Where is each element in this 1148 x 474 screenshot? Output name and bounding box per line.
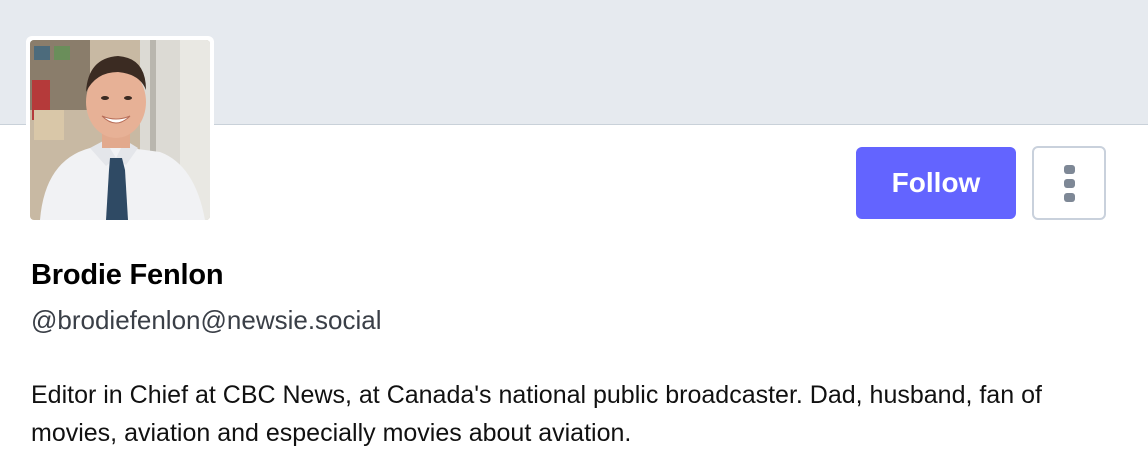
follow-button[interactable]: Follow: [856, 147, 1016, 219]
account-handle: @brodiefenlon@newsie.social: [31, 305, 382, 335]
kebab-menu-icon: [1063, 164, 1075, 174]
kebab-menu-icon: [1063, 178, 1075, 188]
display-name: Brodie Fenlon: [31, 259, 224, 291]
profile-card: Follow Brodie Fenlon @brodiefenlon@newsi…: [0, 0, 1148, 474]
avatar[interactable]: [30, 40, 210, 220]
avatar-frame: [26, 36, 214, 224]
more-options-button[interactable]: [1032, 146, 1106, 220]
profile-bio: Editor in Chief at CBC News, at Canada's…: [31, 381, 1042, 447]
kebab-menu-icon: [1063, 192, 1075, 202]
